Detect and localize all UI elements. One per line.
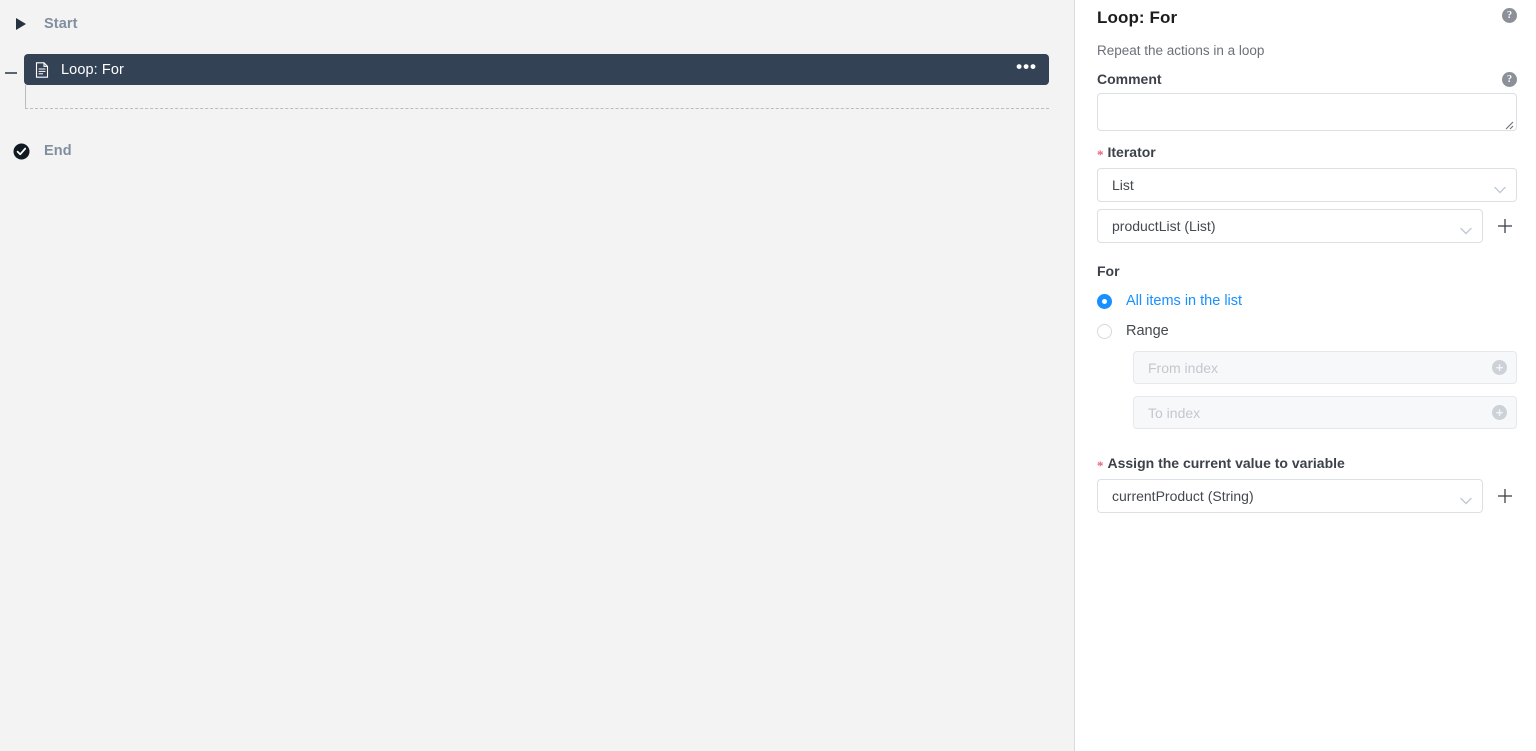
radio-range-control[interactable] [1097,323,1112,339]
chevron-down-icon [1460,222,1472,235]
panel-description: Repeat the actions in a loop [1097,43,1265,58]
flow-canvas: Start Loop: For ••• End [0,0,1075,751]
to-index-placeholder: To index [1148,404,1201,421]
play-triangle-icon [12,15,30,33]
assign-variable-row: currentProduct (String) [1097,472,1517,513]
comment-help-icon[interactable]: ? [1502,71,1517,87]
panel-header: Loop: For ? [1097,0,1517,28]
iterator-type-select[interactable]: List [1097,168,1517,202]
collapse-toggle-icon[interactable] [5,72,17,74]
panel-title: Loop: For [1097,8,1178,27]
radio-range[interactable]: Range [1097,323,1517,339]
flow-node-start-label: Start [44,16,78,32]
check-circle-icon [12,142,30,160]
comment-input[interactable] [1097,93,1517,131]
flow-node-loop: Loop: For ••• [0,54,1074,109]
chevron-down-icon [1460,492,1472,505]
iterator-source-select[interactable]: productList (List) [1097,209,1483,243]
resize-grip-icon[interactable] [1502,117,1514,130]
from-index-input: From index + [1133,351,1517,384]
required-marker: * [1097,147,1104,162]
assign-variable-value: currentProduct (String) [1112,488,1254,504]
assign-label-row: * Assign the current value to variable [1097,455,1517,473]
assign-label: * Assign the current value to variable [1097,455,1345,473]
flow-node-start[interactable]: Start [0,8,1074,40]
assign-label-text: Assign the current value to variable [1107,455,1345,471]
comment-label-row: Comment ? [1097,71,1517,87]
help-icon[interactable]: ? [1502,8,1517,23]
chevron-down-icon [1494,181,1506,194]
radio-all-items-label: All items in the list [1126,293,1243,309]
radio-range-label: Range [1126,323,1169,339]
flow-node-end-label: End [44,143,72,159]
required-marker: * [1097,458,1104,473]
flow-node-end[interactable]: End [0,135,1074,167]
document-icon [34,61,50,78]
loop-node-bar[interactable]: Loop: For ••• [24,54,1049,85]
iterator-source-row: productList (List) [1097,202,1517,243]
comment-label: Comment [1097,71,1162,87]
iterator-type-value: List [1112,177,1134,193]
workflow-editor: Start Loop: For ••• End Loop: For ? Repe… [0,0,1536,751]
assign-variable-select[interactable]: currentProduct (String) [1097,479,1483,513]
add-assign-variable-button[interactable] [1497,488,1513,504]
properties-panel: Loop: For ? Repeat the actions in a loop… [1075,0,1535,751]
loop-body-dropzone[interactable] [25,85,1049,109]
radio-all-items-control[interactable] [1097,293,1112,309]
loop-node-title: Loop: For [61,61,124,78]
loop-node-menu-button[interactable]: ••• [1016,58,1037,77]
iterator-source-value: productList (List) [1112,218,1216,234]
to-index-input: To index + [1133,396,1517,429]
for-section-label: For [1097,263,1120,279]
radio-all-items[interactable]: All items in the list [1097,293,1517,309]
from-index-placeholder: From index [1148,359,1219,376]
iterator-label: * Iterator [1097,144,1156,162]
add-from-index-icon: + [1492,360,1507,375]
iterator-label-text: Iterator [1107,144,1156,160]
add-to-index-icon: + [1492,405,1507,420]
add-iterator-variable-button[interactable] [1497,218,1513,234]
iterator-label-row: * Iterator [1097,144,1517,162]
